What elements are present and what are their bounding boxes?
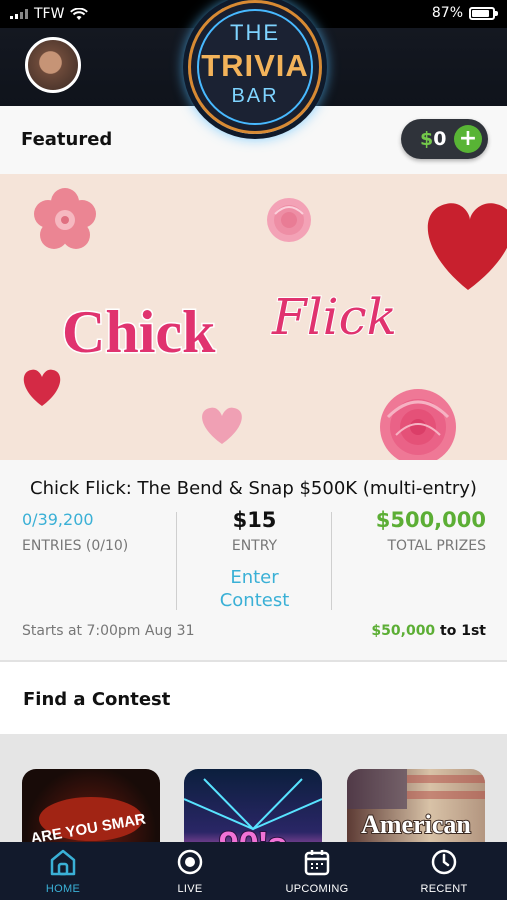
tile-text: American <box>361 810 471 839</box>
banner-word-2: Flick <box>271 288 397 346</box>
enter-contest-line-2: Contest <box>219 590 290 611</box>
start-time: Starts at 7:00pm Aug 31 <box>22 623 195 639</box>
tile-art: 90's <box>184 778 322 842</box>
heart-icon <box>23 369 61 406</box>
contest-carousel[interactable]: ARE YOU SMAR 90's American <box>0 734 507 842</box>
find-contest-header: Find a Contest <box>0 664 507 734</box>
first-prize-amount: $50,000 <box>371 623 436 639</box>
heart-icon <box>202 407 242 444</box>
featured-title: Featured <box>21 129 113 150</box>
nav-recent-label: RECENT <box>420 883 468 895</box>
wallet-balance[interactable]: $0 + <box>401 119 488 159</box>
banner-art: Chick Flick <box>23 188 507 460</box>
enter-contest-button[interactable]: Enter Contest <box>177 566 332 612</box>
nav-recent[interactable]: RECENT <box>389 842 499 900</box>
entry-label: ENTRY <box>231 538 278 554</box>
featured-banner[interactable]: Chick Flick <box>0 174 507 460</box>
total-prizes: $500,000 <box>375 508 486 532</box>
contest-tile[interactable]: 90's <box>184 769 322 842</box>
trivia-bar-logo: THE TRIVIA BAR <box>188 0 322 134</box>
battery-icon <box>469 6 498 20</box>
avatar[interactable] <box>25 37 81 93</box>
clock-icon <box>431 849 457 875</box>
nav-live[interactable]: LIVE <box>135 842 245 900</box>
home-icon <box>50 849 76 876</box>
contest-card[interactable]: Chick Flick: The Bend & Snap $500K (mult… <box>0 460 507 662</box>
nav-home[interactable]: HOME <box>8 842 118 900</box>
nav-live-label: LIVE <box>177 883 203 895</box>
contest-tile[interactable]: American <box>347 769 485 842</box>
logo-line-1: THE <box>230 20 280 45</box>
nav-upcoming[interactable]: UPCOMING <box>262 842 372 900</box>
first-prize: $50,000 to 1st <box>371 623 486 639</box>
contest-title: Chick Flick: The Bend & Snap $500K (mult… <box>30 478 477 499</box>
entries-label: ENTRIES (0/10) <box>22 538 129 554</box>
calendar-icon <box>304 850 330 876</box>
add-funds-button[interactable]: + <box>454 125 482 153</box>
tile-art: ARE YOU SMAR <box>29 797 147 842</box>
flower-icon <box>34 188 96 249</box>
bottom-nav: HOME LIVE UPCOMING RECENT <box>0 842 507 900</box>
heart-icon <box>427 203 507 290</box>
rose-icon <box>267 198 311 242</box>
wallet-currency: $ <box>420 128 434 150</box>
nav-home-label: HOME <box>45 883 81 895</box>
contest-tile[interactable]: ARE YOU SMAR <box>22 769 160 842</box>
rose-icon <box>380 389 456 460</box>
nav-upcoming-label: UPCOMING <box>285 883 349 895</box>
wallet-value: 0 <box>433 128 447 150</box>
find-contest-title: Find a Contest <box>23 689 171 710</box>
tile-art: American <box>347 769 485 840</box>
banner-word-1: Chick <box>62 299 216 365</box>
enter-contest-line-1: Enter <box>230 567 279 588</box>
live-icon <box>177 849 203 875</box>
first-prize-suffix: to 1st <box>440 623 486 639</box>
entries-count: 0/39,200 <box>22 510 94 529</box>
entry-fee: $15 <box>232 508 277 532</box>
battery-percent: 87% <box>431 5 463 21</box>
logo-line-2: TRIVIA <box>201 48 309 83</box>
total-prizes-label: TOTAL PRIZES <box>387 538 487 554</box>
logo-line-3: BAR <box>231 85 279 107</box>
tile-text: 90's <box>219 824 288 842</box>
wallet-amount: $0 <box>420 128 446 150</box>
status-right: 87% <box>431 5 498 21</box>
